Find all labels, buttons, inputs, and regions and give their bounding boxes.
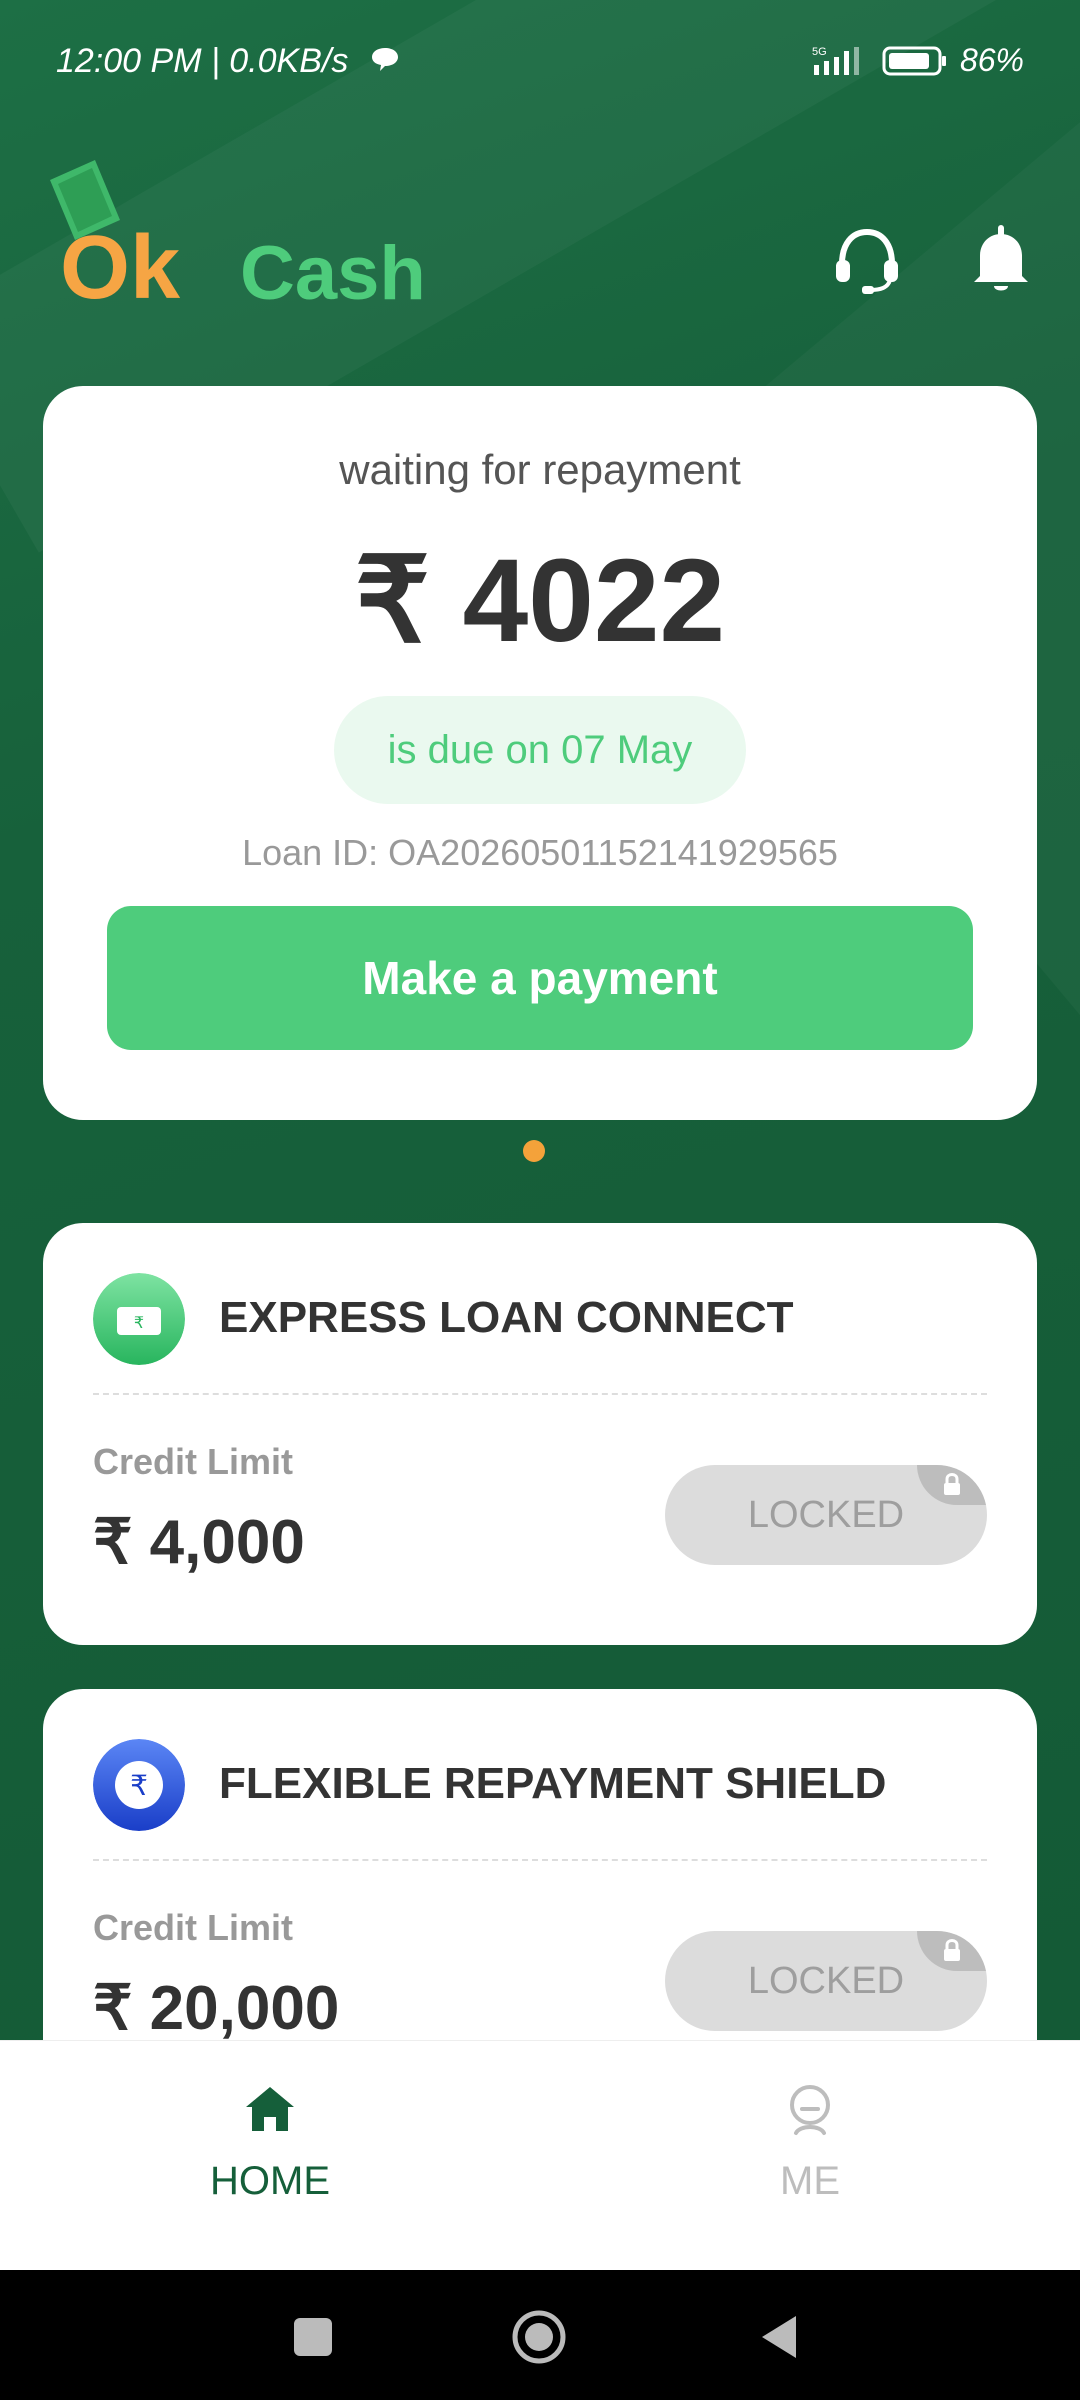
product-title: FLEXIBLE REPAYMENT SHIELD	[219, 1759, 887, 1808]
divider	[93, 1859, 987, 1861]
product-title: EXPRESS LOAN CONNECT	[219, 1293, 794, 1342]
carousel-indicator-dot	[523, 1140, 545, 1162]
svg-text:5G: 5G	[812, 46, 827, 58]
home-circle-icon[interactable]	[512, 2310, 566, 2364]
make-payment-button[interactable]: Make a payment	[107, 906, 973, 1050]
locked-label: LOCKED	[747, 1960, 905, 2002]
repayment-status: waiting for repayment	[339, 446, 741, 493]
repayment-amount: ₹ 4022	[354, 535, 726, 667]
status-time: 12:00 PM | 0.0KB/s	[56, 42, 349, 80]
nav-me[interactable]: ME	[660, 2081, 960, 2204]
lock-badge	[917, 1931, 987, 1971]
lock-icon	[944, 1473, 960, 1495]
status-bar: 12:00 PM | 0.0KB/s 5G 86%	[0, 0, 1080, 120]
profile-icon	[790, 2085, 830, 2135]
svg-text:₹: ₹	[130, 1770, 148, 1801]
repayment-card: waiting for repayment ₹ 4022 is due on 0…	[43, 386, 1037, 1120]
system-navigation-bar	[0, 2270, 1080, 2400]
lock-icon	[944, 1939, 960, 1961]
svg-text:Ok: Ok	[60, 218, 181, 310]
nav-me-label: ME	[780, 2159, 840, 2203]
credit-limit-label: Credit Limit	[93, 1441, 294, 1482]
locked-button[interactable]: LOCKED	[665, 1931, 987, 2031]
back-triangle-icon[interactable]	[752, 2310, 806, 2364]
nav-home[interactable]: HOME	[120, 2081, 420, 2204]
locked-button[interactable]: LOCKED	[665, 1465, 987, 1565]
chat-bubble-icon	[372, 48, 398, 71]
credit-limit-amount: ₹ 20,000	[93, 1974, 340, 2043]
locked-label: LOCKED	[747, 1494, 905, 1536]
cash-note-icon: ₹	[93, 1273, 185, 1365]
product-card[interactable]: ₹ EXPRESS LOAN CONNECT Credit Limit ₹ 4,…	[43, 1223, 1037, 1645]
rupee-coin-icon: ₹	[93, 1739, 185, 1831]
status-indicators: 5G 86%	[810, 42, 1024, 79]
signal-5g-icon: 5G	[812, 46, 859, 75]
logo-cash-text: Cash	[240, 231, 426, 316]
battery-icon	[882, 46, 946, 75]
okcash-logo: Ok Cash	[40, 160, 426, 318]
svg-text:₹: ₹	[134, 1315, 144, 1332]
bottom-navigation: HOME ME	[0, 2040, 1080, 2271]
lock-badge	[917, 1465, 987, 1505]
home-icon	[246, 2087, 294, 2131]
headset-support-icon[interactable]	[832, 224, 902, 294]
loan-id: Loan ID: OA20260501152141929565	[242, 832, 838, 873]
money-logo-icon: Ok	[50, 160, 181, 318]
credit-limit-label: Credit Limit	[93, 1907, 294, 1948]
credit-limit-amount: ₹ 4,000	[93, 1508, 305, 1577]
nav-home-label: HOME	[210, 2159, 330, 2203]
due-date-badge: is due on 07 May	[334, 696, 746, 804]
bell-notification-icon[interactable]	[966, 224, 1036, 294]
app-header: Ok Cash	[0, 160, 1080, 320]
recent-apps-icon[interactable]	[286, 2310, 340, 2364]
divider	[93, 1393, 987, 1395]
battery-percent: 86%	[959, 42, 1024, 78]
